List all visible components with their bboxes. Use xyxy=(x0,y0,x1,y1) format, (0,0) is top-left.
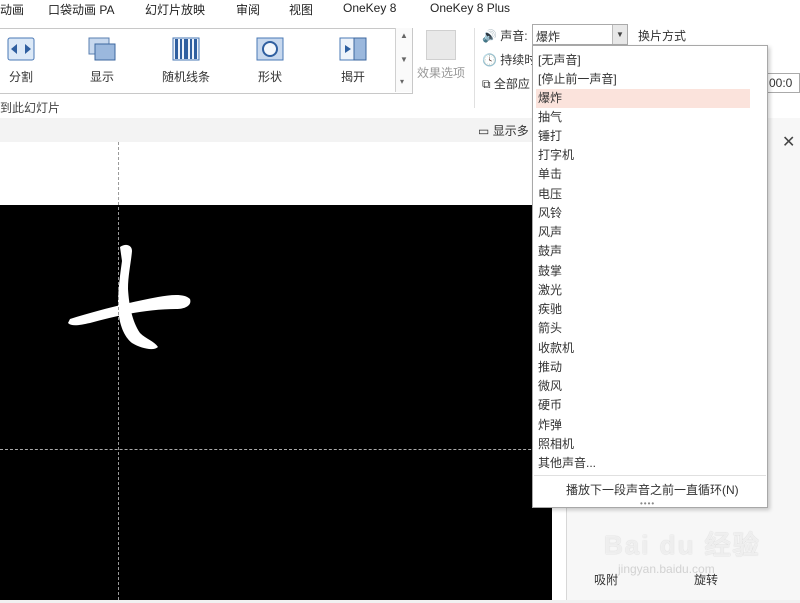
group-label: 到此幻灯片 xyxy=(0,101,61,115)
time-field[interactable]: 00:0 xyxy=(766,73,800,93)
dropdown-option[interactable]: [停止前一声音] xyxy=(536,70,750,89)
brush-character-graphic xyxy=(68,244,191,350)
transition-label: 随机线条 xyxy=(161,70,210,84)
dropdown-option[interactable]: 电压 xyxy=(536,185,750,204)
show-more-label: 显示多 xyxy=(492,124,529,138)
speaker-icon: 🔊 xyxy=(482,29,497,43)
sound-dropdown-list[interactable]: [无声音] [停止前一声音] 爆炸 抽气 锤打 打字机 单击 电压 风铃 风声 … xyxy=(532,45,768,508)
dropdown-option[interactable]: 鼓掌 xyxy=(536,262,750,281)
menu-onekey8[interactable]: OneKey 8 xyxy=(343,1,396,15)
gallery-expand-icon[interactable]: ▾ xyxy=(400,78,408,86)
sound-select-value: 爆炸 xyxy=(536,30,561,44)
dropdown-option[interactable]: 推动 xyxy=(536,358,750,377)
effect-options-label: 效果选项 xyxy=(416,66,465,80)
vertical-guide[interactable] xyxy=(118,142,119,600)
duration-label: 🕓 持续时 xyxy=(482,51,536,68)
loop-until-next-option[interactable]: 播放下一段声音之前一直循环(N) xyxy=(566,481,739,498)
sound-select[interactable]: 爆炸 ▼ xyxy=(532,24,628,45)
dropdown-option[interactable]: 照相机 xyxy=(536,435,750,454)
effect-options-button[interactable]: 效果选项 xyxy=(415,28,467,92)
resize-grip-icon[interactable]: •••• xyxy=(640,499,655,508)
close-icon[interactable]: ✕ xyxy=(782,132,795,152)
menu-pocket-animation[interactable]: 口袋动画 PA xyxy=(48,1,114,18)
snap-label: 吸附 xyxy=(594,573,619,587)
apply-all-button[interactable]: ⧉ 全部应 xyxy=(482,75,530,92)
apply-all-label: 全部应 xyxy=(493,77,530,91)
dropdown-option[interactable]: 炸弹 xyxy=(536,416,750,435)
window-icon: ▭ xyxy=(478,124,490,138)
dropdown-option[interactable]: 激光 xyxy=(536,281,750,300)
duration-label-text: 持续时 xyxy=(500,53,537,67)
dropdown-option[interactable]: 风声 xyxy=(536,223,750,242)
dropdown-option[interactable]: 疾驰 xyxy=(536,300,750,319)
apply-all-icon: ⧉ xyxy=(482,77,491,91)
menu-review[interactable]: 审阅 xyxy=(236,1,260,18)
dropdown-option[interactable]: 鼓声 xyxy=(536,242,750,261)
sound-label: 🔊 声音: xyxy=(482,27,528,44)
dropdown-option[interactable]: 打字机 xyxy=(536,146,750,165)
transition-random-bars-button[interactable]: 随机线条 xyxy=(151,33,221,89)
horizontal-guide[interactable] xyxy=(0,449,566,450)
menu-onekey8-plus[interactable]: OneKey 8 Plus xyxy=(430,1,510,15)
dropdown-option-more[interactable]: 其他声音... xyxy=(536,454,750,473)
ribbon-divider xyxy=(474,28,475,108)
uncover-icon xyxy=(339,37,367,61)
transition-shape-button[interactable]: 形状 xyxy=(235,33,305,89)
dropdown-divider xyxy=(534,475,766,476)
watermark-logo: Bai du 经验 xyxy=(604,530,761,560)
dropdown-option[interactable]: 锤打 xyxy=(536,127,750,146)
transition-split-button[interactable]: 分割 xyxy=(0,33,56,89)
transition-label: 显示 xyxy=(89,70,114,84)
transition-label: 分割 xyxy=(8,70,33,84)
dropdown-option[interactable]: 硬币 xyxy=(536,396,750,415)
sound-label-text: 声音: xyxy=(500,29,528,43)
switch-mode-label: 换片方式 xyxy=(638,29,687,43)
transition-label: 揭开 xyxy=(340,70,365,84)
reveal-icon xyxy=(88,37,116,61)
dropdown-option[interactable]: 收款机 xyxy=(536,339,750,358)
watermark-url: jingyan.baidu.com xyxy=(618,562,715,576)
dropdown-option[interactable]: 抽气 xyxy=(536,108,750,127)
show-more-button[interactable]: ▭ 显示多 xyxy=(478,122,529,139)
scroll-down-icon[interactable]: ▼ xyxy=(400,56,408,64)
dropdown-option-selected[interactable]: 爆炸 xyxy=(536,89,750,108)
dropdown-option[interactable]: 风铃 xyxy=(536,204,750,223)
slide-canvas[interactable] xyxy=(0,205,552,600)
chevron-down-icon[interactable]: ▼ xyxy=(612,25,627,44)
menu-bar: 动画 口袋动画 PA 幻灯片放映 审阅 视图 OneKey 8 OneKey 8… xyxy=(0,0,800,19)
clock-icon: 🕓 xyxy=(482,53,497,67)
dropdown-option[interactable]: [无声音] xyxy=(536,51,750,70)
transition-gallery: 分割 显示 随机线条 形状 揭开 xyxy=(0,28,413,94)
scroll-up-icon[interactable]: ▲ xyxy=(400,32,408,40)
split-icon xyxy=(7,37,35,61)
menu-slideshow[interactable]: 幻灯片放映 xyxy=(145,1,205,18)
gallery-scrollbar[interactable]: ▲ ▼ ▾ xyxy=(395,28,412,92)
shape-icon xyxy=(256,37,284,61)
dropdown-option[interactable]: 单击 xyxy=(536,165,750,184)
effect-options-icon xyxy=(426,30,456,60)
transition-reveal-button[interactable]: 显示 xyxy=(67,33,137,89)
transition-uncover-button[interactable]: 揭开 xyxy=(318,33,388,89)
dropdown-option[interactable]: 微风 xyxy=(536,377,750,396)
transition-label: 形状 xyxy=(257,70,282,84)
menu-animation[interactable]: 动画 xyxy=(0,1,24,18)
dropdown-option[interactable]: 箭头 xyxy=(536,319,750,338)
random-bars-icon xyxy=(172,37,200,61)
menu-view[interactable]: 视图 xyxy=(289,1,313,18)
